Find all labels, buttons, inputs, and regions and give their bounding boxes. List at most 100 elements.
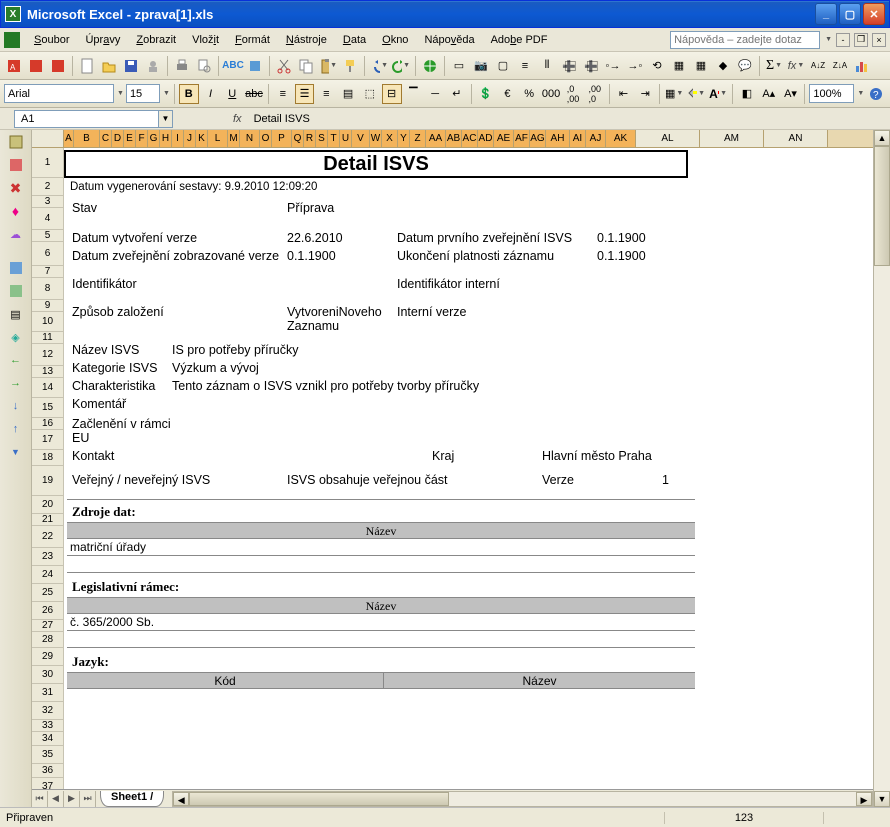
col-header[interactable]: AI: [570, 130, 586, 147]
textbox-icon[interactable]: ▢: [493, 56, 513, 76]
remove-arrows-icon[interactable]: ⟲: [647, 56, 667, 76]
menu-edit[interactable]: Úpravy: [77, 32, 128, 48]
menu-insert[interactable]: Vložit: [184, 32, 227, 48]
col-header[interactable]: K: [196, 130, 208, 147]
col-header[interactable]: F: [136, 130, 148, 147]
maximize-button[interactable]: ▢: [839, 3, 861, 25]
row-header[interactable]: 26: [32, 602, 63, 620]
align-center-icon[interactable]: ☰: [295, 84, 315, 104]
vscroll-down-icon[interactable]: ▼: [874, 791, 890, 807]
side-macro-icon[interactable]: ◈: [6, 327, 26, 347]
tab-nav-next-icon[interactable]: ▶: [64, 791, 80, 807]
print-preview-icon[interactable]: [194, 56, 214, 76]
side-?-icon[interactable]: ☁: [6, 224, 26, 244]
col-header[interactable]: Y: [398, 130, 410, 147]
trace-error-icon[interactable]: ◆: [713, 56, 733, 76]
tab-nav-last-icon[interactable]: ⏭: [80, 791, 96, 807]
row-header[interactable]: 16: [32, 418, 63, 430]
row-header[interactable]: 27: [32, 620, 63, 632]
new-icon[interactable]: [77, 56, 97, 76]
col-header[interactable]: V: [352, 130, 370, 147]
row-header[interactable]: 24: [32, 566, 63, 584]
side-arrow-up-icon[interactable]: ↑: [6, 419, 26, 439]
col-header[interactable]: AK: [606, 130, 636, 147]
tab-nav-prev-icon[interactable]: ◀: [48, 791, 64, 807]
col-header[interactable]: J: [184, 130, 196, 147]
side-track-icon[interactable]: [6, 281, 26, 301]
row-header[interactable]: 32: [32, 702, 63, 720]
save-icon[interactable]: [121, 56, 141, 76]
sort-asc-icon[interactable]: A↓Z: [808, 56, 828, 76]
col-header[interactable]: B: [74, 130, 100, 147]
row-header[interactable]: 3: [32, 196, 63, 208]
justify-icon[interactable]: ▤: [338, 84, 358, 104]
increase-indent-icon[interactable]: ⇥: [635, 84, 655, 104]
col-header[interactable]: M: [228, 130, 240, 147]
font-size-dropdown-icon[interactable]: ▼: [163, 90, 170, 97]
zoom-dropdown-icon[interactable]: ▼: [857, 90, 864, 97]
workbook-minimize-button[interactable]: -: [836, 33, 850, 47]
row-header[interactable]: 9: [32, 300, 63, 312]
font-name-select[interactable]: [4, 84, 114, 103]
name-box-dropdown-icon[interactable]: ▼: [159, 110, 173, 128]
italic-button[interactable]: I: [201, 84, 221, 104]
col-header[interactable]: O: [260, 130, 272, 147]
row-header[interactable]: 33: [32, 720, 63, 732]
col-header[interactable]: AE: [494, 130, 514, 147]
side-window-icon[interactable]: [6, 258, 26, 278]
format-painter-icon[interactable]: [340, 56, 360, 76]
camera-icon[interactable]: 📷: [471, 56, 491, 76]
side-templates-icon[interactable]: [6, 132, 26, 152]
font-name-dropdown-icon[interactable]: ▼: [117, 90, 124, 97]
strikethrough-button[interactable]: abc: [244, 84, 264, 104]
row-header[interactable]: 12: [32, 344, 63, 366]
cols-icon[interactable]: ⦀: [537, 56, 557, 76]
row-header[interactable]: 14: [32, 378, 63, 398]
new-comment-icon[interactable]: 💬: [735, 56, 755, 76]
minimize-button[interactable]: _: [815, 3, 837, 25]
col-header[interactable]: X: [382, 130, 398, 147]
hyperlink-icon[interactable]: [420, 56, 440, 76]
col-header[interactable]: AB: [446, 130, 462, 147]
formula-input[interactable]: Detail ISVS: [250, 113, 890, 125]
workbook-restore-button[interactable]: ❐: [854, 33, 868, 47]
row-header[interactable]: 30: [32, 666, 63, 684]
menu-tools[interactable]: Nástroje: [278, 32, 335, 48]
zoom-select[interactable]: [809, 84, 854, 103]
col-header[interactable]: Z: [410, 130, 426, 147]
wrap-text-icon[interactable]: ↵: [447, 84, 467, 104]
hscroll-left-icon[interactable]: ◀: [173, 792, 189, 806]
col-header[interactable]: C: [100, 130, 112, 147]
row-header[interactable]: 31: [32, 684, 63, 702]
sheet-tab[interactable]: Sheet1 /: [100, 791, 164, 807]
del-cell-icon[interactable]: ▦: [691, 56, 711, 76]
row-header[interactable]: 29: [32, 648, 63, 666]
side-delete-icon[interactable]: ✖: [6, 178, 26, 198]
col-header[interactable]: AL: [636, 130, 700, 147]
row-header[interactable]: 10: [32, 312, 63, 332]
side-arrow-left-icon[interactable]: ←: [6, 350, 26, 370]
insert-cell-icon[interactable]: ▦: [669, 56, 689, 76]
row-header[interactable]: 5: [32, 230, 63, 242]
col-header[interactable]: N: [240, 130, 260, 147]
row-header[interactable]: 13: [32, 366, 63, 378]
redo-icon[interactable]: ▼: [391, 56, 411, 76]
menu-format[interactable]: Formát: [227, 32, 278, 48]
decfont-icon[interactable]: A▾: [781, 84, 801, 104]
col-header[interactable]: P: [272, 130, 292, 147]
col-header[interactable]: Q: [292, 130, 304, 147]
side-insert-icon[interactable]: ♦: [6, 201, 26, 221]
insert-cols-icon[interactable]: ➕⃞: [581, 56, 601, 76]
fill-color-icon[interactable]: ▼: [686, 84, 706, 104]
row-header[interactable]: 20: [32, 496, 63, 514]
col-header[interactable]: AN: [764, 130, 828, 147]
col-header[interactable]: R: [304, 130, 316, 147]
currency-icon[interactable]: 💲: [476, 84, 496, 104]
menu-adobe[interactable]: Adobe PDF: [483, 32, 556, 48]
row-header[interactable]: 4: [32, 208, 63, 230]
pdf-mail-icon[interactable]: [26, 56, 46, 76]
column-headers[interactable]: ABCDEFGHIJKLMNOPQRSTUVWXYZAAABACADAEAFAG…: [32, 130, 873, 148]
row-header[interactable]: 22: [32, 526, 63, 548]
col-header[interactable]: AH: [546, 130, 570, 147]
hscroll-right-icon[interactable]: ▶: [856, 792, 872, 806]
